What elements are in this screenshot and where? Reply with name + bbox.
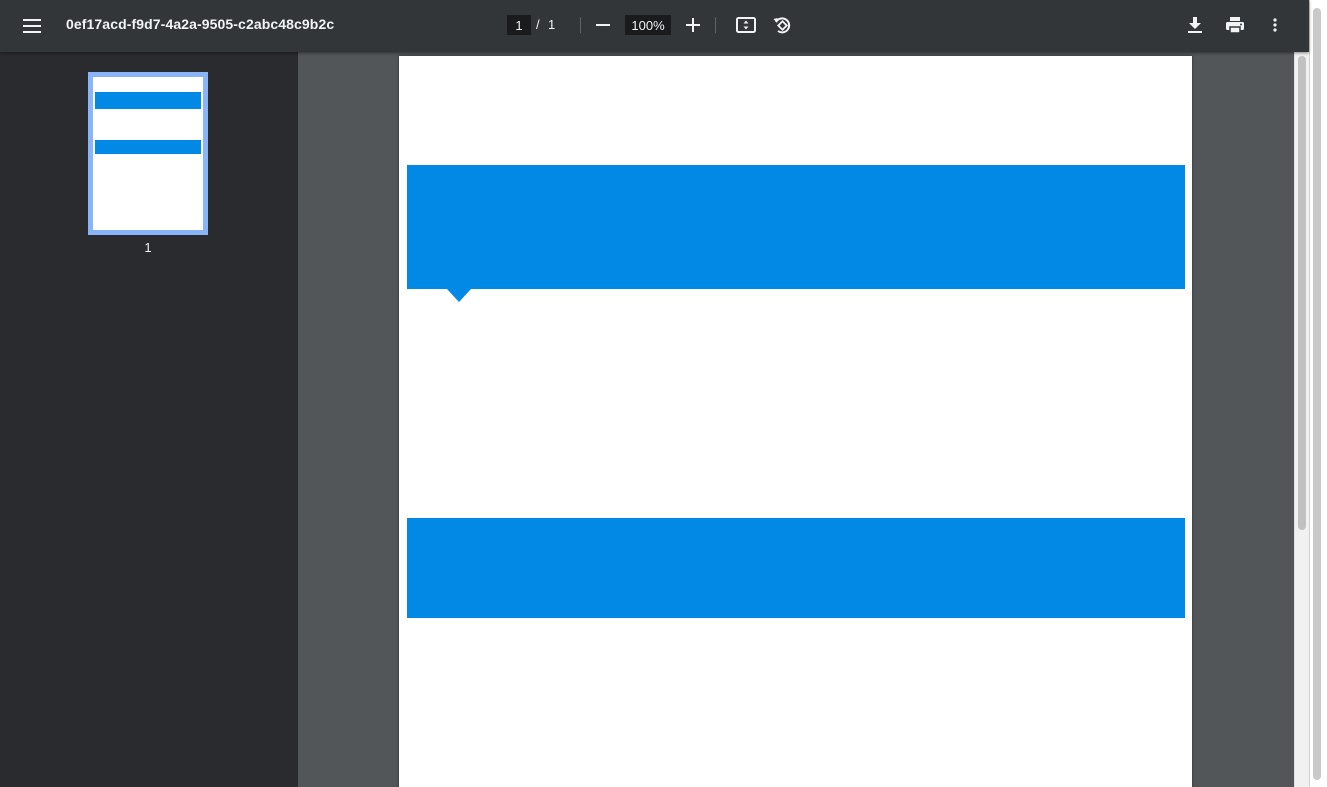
plus-icon bbox=[686, 18, 700, 32]
pdf-viewer-app: 0ef17acd-f9d7-4a2a-9505-c2abc48c9b2c / 1 bbox=[0, 0, 1327, 787]
thumbnail-banner bbox=[95, 92, 201, 109]
thumbnail-page-preview bbox=[93, 77, 203, 230]
document-title: 0ef17acd-f9d7-4a2a-9505-c2abc48c9b2c bbox=[66, 16, 335, 32]
pdf-page bbox=[399, 56, 1192, 787]
window-scrollbar[interactable] bbox=[1309, 0, 1327, 787]
download-button[interactable] bbox=[1181, 10, 1209, 40]
rotate-button[interactable] bbox=[767, 10, 797, 40]
toolbar: 0ef17acd-f9d7-4a2a-9505-c2abc48c9b2c / 1 bbox=[0, 0, 1309, 52]
thumbnail-page-label: 1 bbox=[144, 240, 152, 255]
footer-banner bbox=[407, 518, 1185, 618]
page-separator: / bbox=[536, 17, 540, 32]
print-icon bbox=[1226, 17, 1244, 33]
header-banner bbox=[407, 165, 1185, 302]
zoom-in-button[interactable] bbox=[679, 10, 707, 40]
toolbar-divider bbox=[715, 17, 716, 33]
download-icon bbox=[1188, 17, 1202, 33]
window-scrollbar-thumb[interactable] bbox=[1313, 8, 1321, 780]
toolbar-divider bbox=[580, 17, 581, 33]
zoom-level-input[interactable] bbox=[625, 15, 671, 35]
scrollbar-thumb[interactable] bbox=[1298, 56, 1306, 530]
menu-button[interactable] bbox=[16, 10, 48, 42]
minus-icon bbox=[596, 24, 610, 26]
thumbnail-sidebar: 1 bbox=[0, 52, 298, 787]
viewer-scrollbar[interactable] bbox=[1294, 52, 1309, 787]
print-button[interactable] bbox=[1221, 10, 1249, 40]
more-vertical-icon bbox=[1273, 18, 1277, 32]
fit-to-page-icon bbox=[736, 17, 756, 33]
thumbnail-banner bbox=[95, 140, 201, 154]
page-thumbnail[interactable] bbox=[88, 72, 208, 235]
total-pages: 1 bbox=[548, 17, 556, 32]
zoom-out-button[interactable] bbox=[589, 10, 617, 40]
menu-icon bbox=[23, 19, 41, 33]
fit-to-page-button[interactable] bbox=[731, 10, 761, 40]
document-viewer[interactable] bbox=[298, 52, 1294, 787]
banner-pointer bbox=[447, 289, 471, 302]
rotate-counterclockwise-icon bbox=[773, 17, 791, 34]
page-number-input[interactable] bbox=[507, 15, 531, 35]
more-actions-button[interactable] bbox=[1261, 10, 1289, 40]
